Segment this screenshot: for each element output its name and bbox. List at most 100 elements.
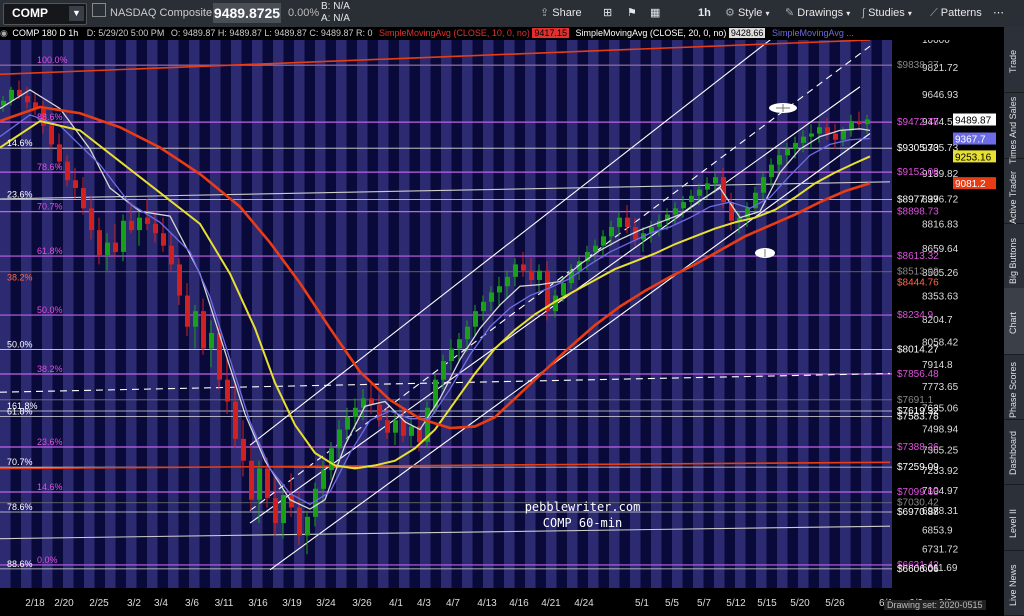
x-tick-label: 5/15	[757, 598, 777, 609]
x-tick-label: 5/20	[790, 598, 810, 609]
drawings-button[interactable]: ✎ Drawings ▾	[785, 3, 850, 24]
add-icon[interactable]: ⊞	[603, 3, 612, 24]
candle-body	[385, 420, 390, 433]
period-box[interactable]	[92, 3, 106, 24]
sidebar-tab-level-ii[interactable]: Level II	[1004, 484, 1024, 551]
level-price-label: $7583.78	[897, 412, 939, 423]
candle-body	[601, 236, 606, 246]
level-price-label: $8513.02	[897, 267, 939, 278]
price-marker-text: 9489.87	[955, 115, 992, 126]
sidebar-tab-times-and-sales[interactable]: Times And Sales	[1004, 92, 1024, 164]
candle-body	[345, 417, 350, 430]
fib-percent-label: 50.0%	[37, 305, 63, 315]
sidebar-tab-label: Chart	[1008, 311, 1018, 334]
candle-body	[25, 96, 30, 103]
patterns-button[interactable]: ⟋ Patterns	[930, 3, 982, 24]
candle-body	[409, 426, 414, 436]
symbol-selector[interactable]: COMP ▼	[3, 3, 87, 25]
studies-label: Studies	[868, 7, 905, 19]
level-price-label: $8613.32	[897, 251, 939, 262]
candle-body	[521, 264, 526, 271]
level-price-label: $8898.73	[897, 207, 939, 218]
candle-body	[785, 149, 790, 156]
share-button[interactable]: ⇪ Share	[540, 3, 582, 24]
candle-body	[617, 217, 622, 227]
interval-button[interactable]: 1h	[698, 3, 711, 24]
legend-sma20[interactable]: SimpleMovingAvg (CLOSE, 20, 0, no)	[575, 28, 726, 38]
chevron-down-icon: ▾	[907, 9, 912, 18]
right-sidebar: Trade Times And Sales Active Trader Big But…	[1004, 27, 1024, 616]
y-tick-label: 9646.93	[922, 90, 959, 101]
candle-body	[809, 133, 814, 137]
x-tick-label: 5/12	[726, 598, 746, 609]
sidebar-tab-chart[interactable]: Chart	[1004, 288, 1024, 355]
studies-button[interactable]: ∫ Studies ▾	[862, 3, 912, 24]
candle-body	[121, 220, 126, 252]
level-price-label: $7388.26	[897, 442, 939, 453]
watermark-line-2: COMP 60-min	[542, 516, 623, 530]
candle-body	[249, 460, 254, 500]
candle-body	[169, 245, 174, 265]
candle-body	[529, 270, 534, 280]
legend-sma20-value: 9428.66	[728, 28, 766, 38]
fib-percent-label: 61.8%	[7, 407, 33, 417]
candle-body	[113, 242, 118, 252]
candle-body	[865, 119, 870, 125]
sidebar-tab-phase-scores[interactable]: Phase Scores	[1004, 354, 1024, 420]
candle-body	[777, 155, 782, 165]
candle-body	[233, 401, 238, 439]
sidebar-tab-live-news[interactable]: Live News	[1004, 550, 1024, 616]
sidebar-tab-trade[interactable]: Trade	[1004, 27, 1024, 94]
candle-body	[145, 217, 150, 224]
candle-body	[81, 188, 86, 209]
flag-icon[interactable]: ⚑	[627, 3, 637, 24]
sidebar-tab-active-trader[interactable]: Active Trader	[1004, 158, 1024, 224]
chevron-down-icon: ▾	[846, 9, 851, 18]
sidebar-tab-label: Active Trader	[1008, 171, 1018, 225]
x-tick-label: 3/6	[185, 598, 199, 609]
y-tick-label: 7498.94	[922, 425, 959, 436]
price-chart[interactable]: 10000 9821.72 9646.93 9474.53 9305.73 9139.82…	[0, 40, 1004, 615]
candle-body	[305, 516, 310, 536]
candle-body	[257, 468, 262, 500]
fib-percent-label: 14.6%	[7, 138, 33, 148]
y-tick-label: 8353.63	[922, 292, 959, 303]
chevron-down-icon[interactable]: ▼	[69, 6, 84, 21]
level-price-label: $6970.88	[897, 507, 939, 518]
legend-ohlc: O: 9489.87 H: 9489.87 L: 9489.87 C: 9489…	[170, 28, 373, 38]
x-tick-label: 3/16	[248, 598, 268, 609]
candle-body	[497, 286, 502, 293]
candle-body	[505, 276, 510, 287]
fib-percent-label: 88.6%	[37, 112, 63, 122]
last-price: 9489.8725	[213, 3, 281, 23]
style-button[interactable]: ⚙ Style ▾	[725, 3, 769, 24]
candle-body	[537, 270, 542, 280]
x-tick-label: 3/24	[316, 598, 336, 609]
candle-body	[513, 264, 518, 277]
fib-percent-label: 100.0%	[37, 55, 68, 65]
legend-date: D: 5/29/20 5:00 PM	[86, 28, 165, 38]
patterns-icon: ⟋	[930, 7, 938, 19]
candle-body	[713, 177, 718, 184]
fib-percent-label: 78.6%	[7, 502, 33, 512]
sidebar-tab-big-buttons[interactable]: Big Buttons	[1004, 223, 1024, 290]
sidebar-tab-dashboard[interactable]: Dashboard	[1004, 419, 1024, 486]
legend-sma10[interactable]: SimpleMovingAvg (CLOSE, 10, 0, no)	[379, 28, 530, 38]
candle-body	[337, 429, 342, 449]
legend-eye-icon[interactable]: ◉	[0, 28, 8, 38]
legend-sma50[interactable]: SimpleMovingAvg ...	[772, 28, 854, 38]
sidebar-tab-label: Level II	[1008, 508, 1018, 538]
calendar-icon[interactable]: ▦	[650, 3, 660, 24]
fib-percent-label: 14.6%	[37, 482, 63, 492]
x-tick-label: 3/2	[127, 598, 141, 609]
candle-body	[65, 161, 70, 181]
candle-body	[49, 125, 54, 145]
style-icon: ⚙	[725, 7, 735, 19]
level-price-label: $8444.76	[897, 277, 939, 288]
fib-percent-label: 38.2%	[7, 272, 33, 282]
level-price-label: $9838.37	[897, 60, 939, 71]
fib-percent-label: 0.0%	[37, 555, 58, 565]
candle-body	[489, 292, 494, 302]
candle-body	[833, 133, 838, 140]
settings-icon[interactable]: ⋯	[993, 3, 1004, 24]
